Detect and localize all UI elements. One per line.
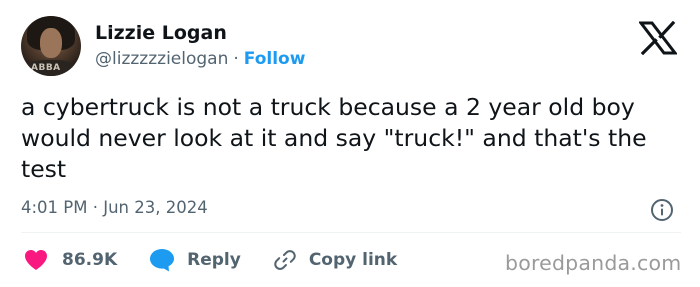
avatar[interactable]: ABBA [21,16,81,76]
x-logo-icon[interactable] [639,21,677,55]
reply-label: Reply [187,250,241,270]
avatar-face [40,28,62,58]
tweet-text: a cybertruck is not a truck because a 2 … [21,93,647,183]
divider [21,232,681,233]
copy-link-button[interactable]: Copy link [273,248,397,272]
like-count: 86.9K [62,250,118,270]
speech-bubble-icon [150,249,175,272]
heart-icon [25,250,47,270]
avatar-shirt-text: ABBA [31,63,61,73]
author-handle-row: @lizzzzzielogan · Follow [95,49,305,69]
reply-button[interactable]: Reply [149,248,241,272]
action-bar: 86.9K Reply Copy link [24,247,397,273]
copy-link-label: Copy link [308,250,398,270]
author-name[interactable]: Lizzie Logan [95,22,227,44]
follow-button[interactable]: Follow [244,49,306,69]
info-icon[interactable] [650,198,674,222]
separator-dot: · [233,49,239,69]
watermark: boredpanda.com [505,251,682,275]
like-button[interactable]: 86.9K [24,249,117,271]
link-icon [274,250,296,270]
author-handle[interactable]: @lizzzzzielogan [95,49,228,69]
tweet-timestamp[interactable]: 4:01 PM · Jun 23, 2024 [21,198,208,217]
